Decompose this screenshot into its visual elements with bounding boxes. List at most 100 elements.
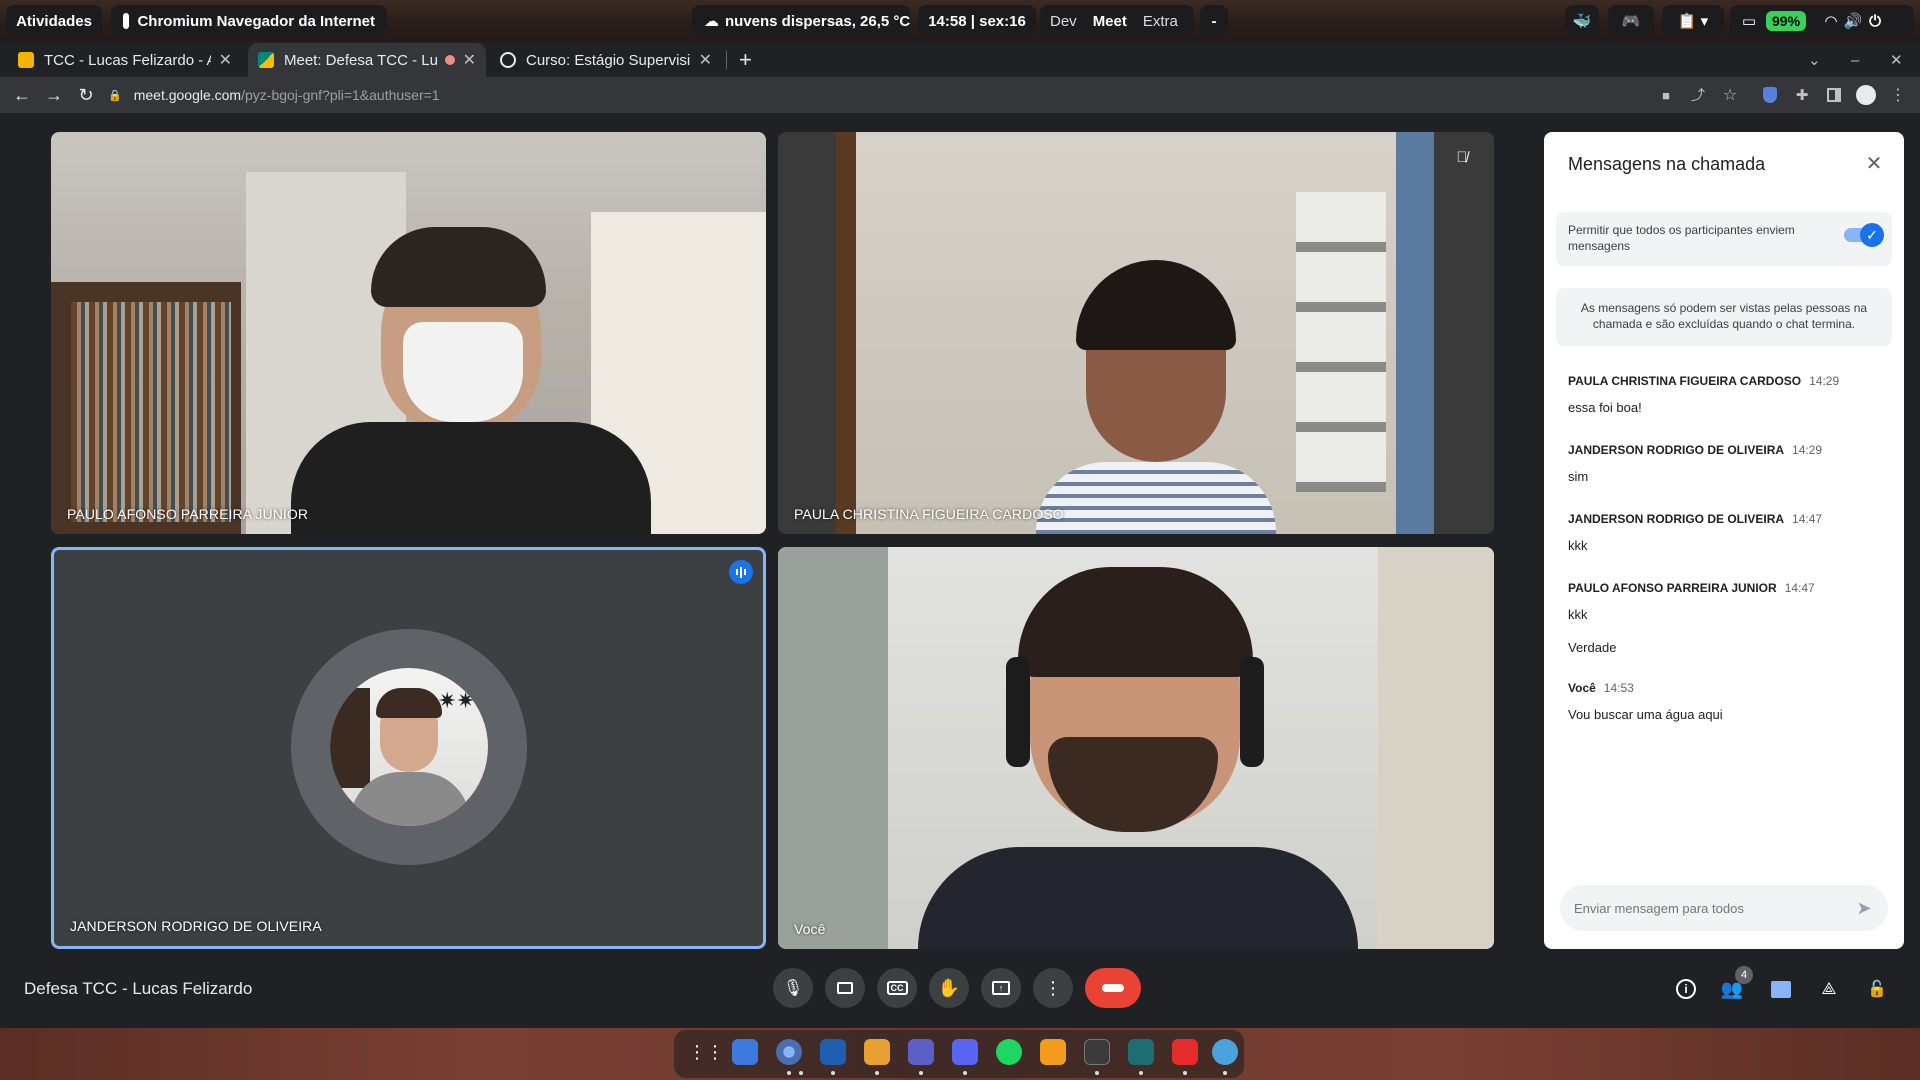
back-button[interactable]: ← (8, 81, 36, 109)
captions-icon: CC (886, 981, 908, 995)
participant-name: PAULO AFONSO PARREIRA JUNIOR (67, 506, 309, 522)
app-menu-button[interactable]: Chromium Navegador da Internet (111, 5, 387, 37)
running-indicator (919, 1071, 923, 1075)
close-tab-icon[interactable]: ✕ (219, 50, 232, 70)
message-time: 14:53 (1603, 681, 1634, 695)
chat-message-input[interactable] (1574, 895, 1844, 921)
plus-icon: + (739, 47, 752, 72)
new-tab-button[interactable]: + (733, 43, 765, 77)
terminal-icon[interactable] (1084, 1039, 1110, 1065)
arrow-right-icon: → (45, 84, 63, 105)
vscode-icon[interactable] (820, 1039, 846, 1065)
present-screen-button[interactable]: ↑ (981, 968, 1021, 1008)
clipboard-icon[interactable]: 📋 ▾ (1662, 5, 1724, 37)
close-window-button[interactable]: ✕ (1884, 43, 1912, 77)
pdf-icon[interactable] (1172, 1039, 1198, 1065)
discord-icon[interactable] (952, 1039, 978, 1065)
address-bar[interactable]: 🔒 meet.google.com/pyz-bgoj-gnf?pli=1&aut… (108, 80, 1638, 110)
running-indicator (1095, 1071, 1099, 1075)
end-call-icon (1102, 984, 1124, 992)
gamepad-icon[interactable]: 🎮 (1608, 5, 1654, 37)
running-indicator (831, 1071, 835, 1075)
chat-panel-title: Mensagens na chamada (1568, 154, 1766, 174)
meeting-details-button[interactable]: i (1673, 976, 1699, 1002)
camera-in-use-icon[interactable]: ■ (1652, 81, 1680, 109)
participant-tile-active[interactable]: ✷✷ JANDERSON RODRIGO DE OLIVEIRA (51, 547, 766, 949)
participant-tile-self[interactable]: Você (778, 547, 1494, 949)
side-panel-icon[interactable] (1820, 81, 1848, 109)
system-menu-button[interactable]: ▭ 99% ◠ 🔊 ⏻ (1730, 5, 1914, 37)
send-message-button[interactable]: ➤ (1852, 896, 1876, 920)
android-icon[interactable] (1128, 1039, 1154, 1065)
message-sender: PAULO AFONSO PARREIRA JUNIOR (1568, 581, 1777, 595)
leave-call-button[interactable] (1085, 968, 1141, 1008)
workspace-dev[interactable]: Dev (1050, 13, 1077, 30)
present-icon: ↑ (992, 981, 1010, 995)
weather-indicator[interactable]: ☁ nuvens dispersas, 26,5 °C (692, 5, 910, 37)
sublime-icon[interactable] (864, 1039, 890, 1065)
workspace-extra[interactable]: Extra (1143, 13, 1178, 30)
chromium-icon[interactable] (776, 1039, 802, 1065)
tray-app-1-icon[interactable]: 🐳 (1565, 5, 1599, 37)
forward-button[interactable]: → (40, 81, 68, 109)
spotify-icon[interactable] (996, 1039, 1022, 1065)
lock-person-icon: 🔓 (1867, 981, 1887, 998)
slides-favicon-icon (18, 52, 34, 68)
message-time: 14:47 (1784, 581, 1815, 595)
cloud-icon: ☁ (704, 13, 719, 30)
reload-icon: ↻ (78, 84, 94, 105)
participant-tile[interactable]: 🎙̸ PAULA CHRISTINA FIGUEIRA CARDOSO (778, 132, 1494, 534)
activities-button[interactable]: Atividades (6, 5, 102, 37)
notes-icon[interactable] (1040, 1039, 1066, 1065)
tab-meet[interactable]: Meet: Defesa TCC - Lu ✕ (248, 43, 486, 77)
recording-indicator-icon (444, 55, 455, 65)
more-options-button[interactable]: ⋮ (1033, 968, 1073, 1008)
message-sender: Você (1568, 681, 1596, 695)
bookmark-star-icon[interactable]: ☆ (1716, 81, 1744, 109)
app-grid-icon[interactable]: ⋮⋮⋮ (688, 1039, 742, 1065)
activities-button[interactable]: ⟁ (1816, 976, 1842, 1002)
browser-menu-icon[interactable]: ⋮ (1884, 81, 1912, 109)
close-tab-icon[interactable]: ✕ (699, 50, 712, 70)
video-feed (778, 547, 1494, 949)
meeting-title: Defesa TCC - Lucas Felizardo (24, 979, 253, 998)
people-button[interactable]: 👥 4 (1719, 966, 1753, 1002)
microphone-button[interactable]: 🎙 (773, 968, 813, 1008)
files-icon[interactable] (732, 1039, 758, 1065)
chat-message: JANDERSON RODRIGO DE OLIVEIRA 14:47 kkk (1568, 510, 1888, 553)
chat-message: PAULA CHRISTINA FIGUEIRA CARDOSO 14:29 es… (1568, 372, 1888, 415)
chat-message: PAULO AFONSO PARREIRA JUNIOR 14:47 kkk Ve… (1568, 579, 1888, 655)
chat-button[interactable] (1768, 976, 1794, 1002)
share-icon[interactable]: ⤴ (1684, 81, 1712, 109)
raise-hand-button[interactable]: ✋ (929, 968, 969, 1008)
mysql-icon[interactable] (1212, 1039, 1238, 1065)
close-chat-button[interactable]: ✕ (1862, 152, 1886, 176)
message-sender: PAULA CHRISTINA FIGUEIRA CARDOSO (1568, 374, 1802, 388)
camera-icon (837, 982, 853, 994)
captions-button[interactable]: CC (877, 968, 917, 1008)
workspace-extra-button[interactable]: - (1200, 5, 1228, 37)
host-controls-button[interactable]: 🔓 (1864, 976, 1890, 1002)
chat-panel: Mensagens na chamada ✕ Permitir que todo… (1544, 132, 1904, 949)
workspace-meet[interactable]: Meet (1093, 13, 1127, 30)
message-text: kkk (1568, 607, 1588, 622)
profile-avatar-icon[interactable] (1852, 81, 1880, 109)
reload-button[interactable]: ↻ (72, 81, 100, 109)
message-time: 14:47 (1792, 512, 1823, 526)
tab-tcc-doc[interactable]: TCC - Lucas Felizardo - Ap ✕ (8, 43, 242, 77)
clock-button[interactable]: 14:58 | sex:16 (918, 5, 1036, 37)
participant-tile[interactable]: PAULO AFONSO PARREIRA JUNIOR (51, 132, 766, 534)
tab-curso[interactable]: Curso: Estágio Supervisio ✕ (490, 43, 722, 77)
teams-icon[interactable] (908, 1039, 934, 1065)
avatar: ✷✷ (330, 668, 488, 826)
workspace-indicator[interactable]: Dev Meet Extra (1040, 5, 1194, 37)
extensions-puzzle-icon[interactable]: ✚ (1788, 81, 1816, 109)
hand-icon: ✋ (937, 977, 961, 998)
running-indicator (799, 1071, 803, 1075)
allow-messages-toggle[interactable]: ✓ (1844, 223, 1884, 247)
tab-search-button[interactable]: ⌄ (1800, 43, 1830, 77)
camera-button[interactable] (825, 968, 865, 1008)
extension-shield-icon[interactable] (1756, 81, 1784, 109)
minimize-window-button[interactable]: – (1845, 43, 1871, 77)
close-tab-icon[interactable]: ✕ (463, 50, 476, 70)
